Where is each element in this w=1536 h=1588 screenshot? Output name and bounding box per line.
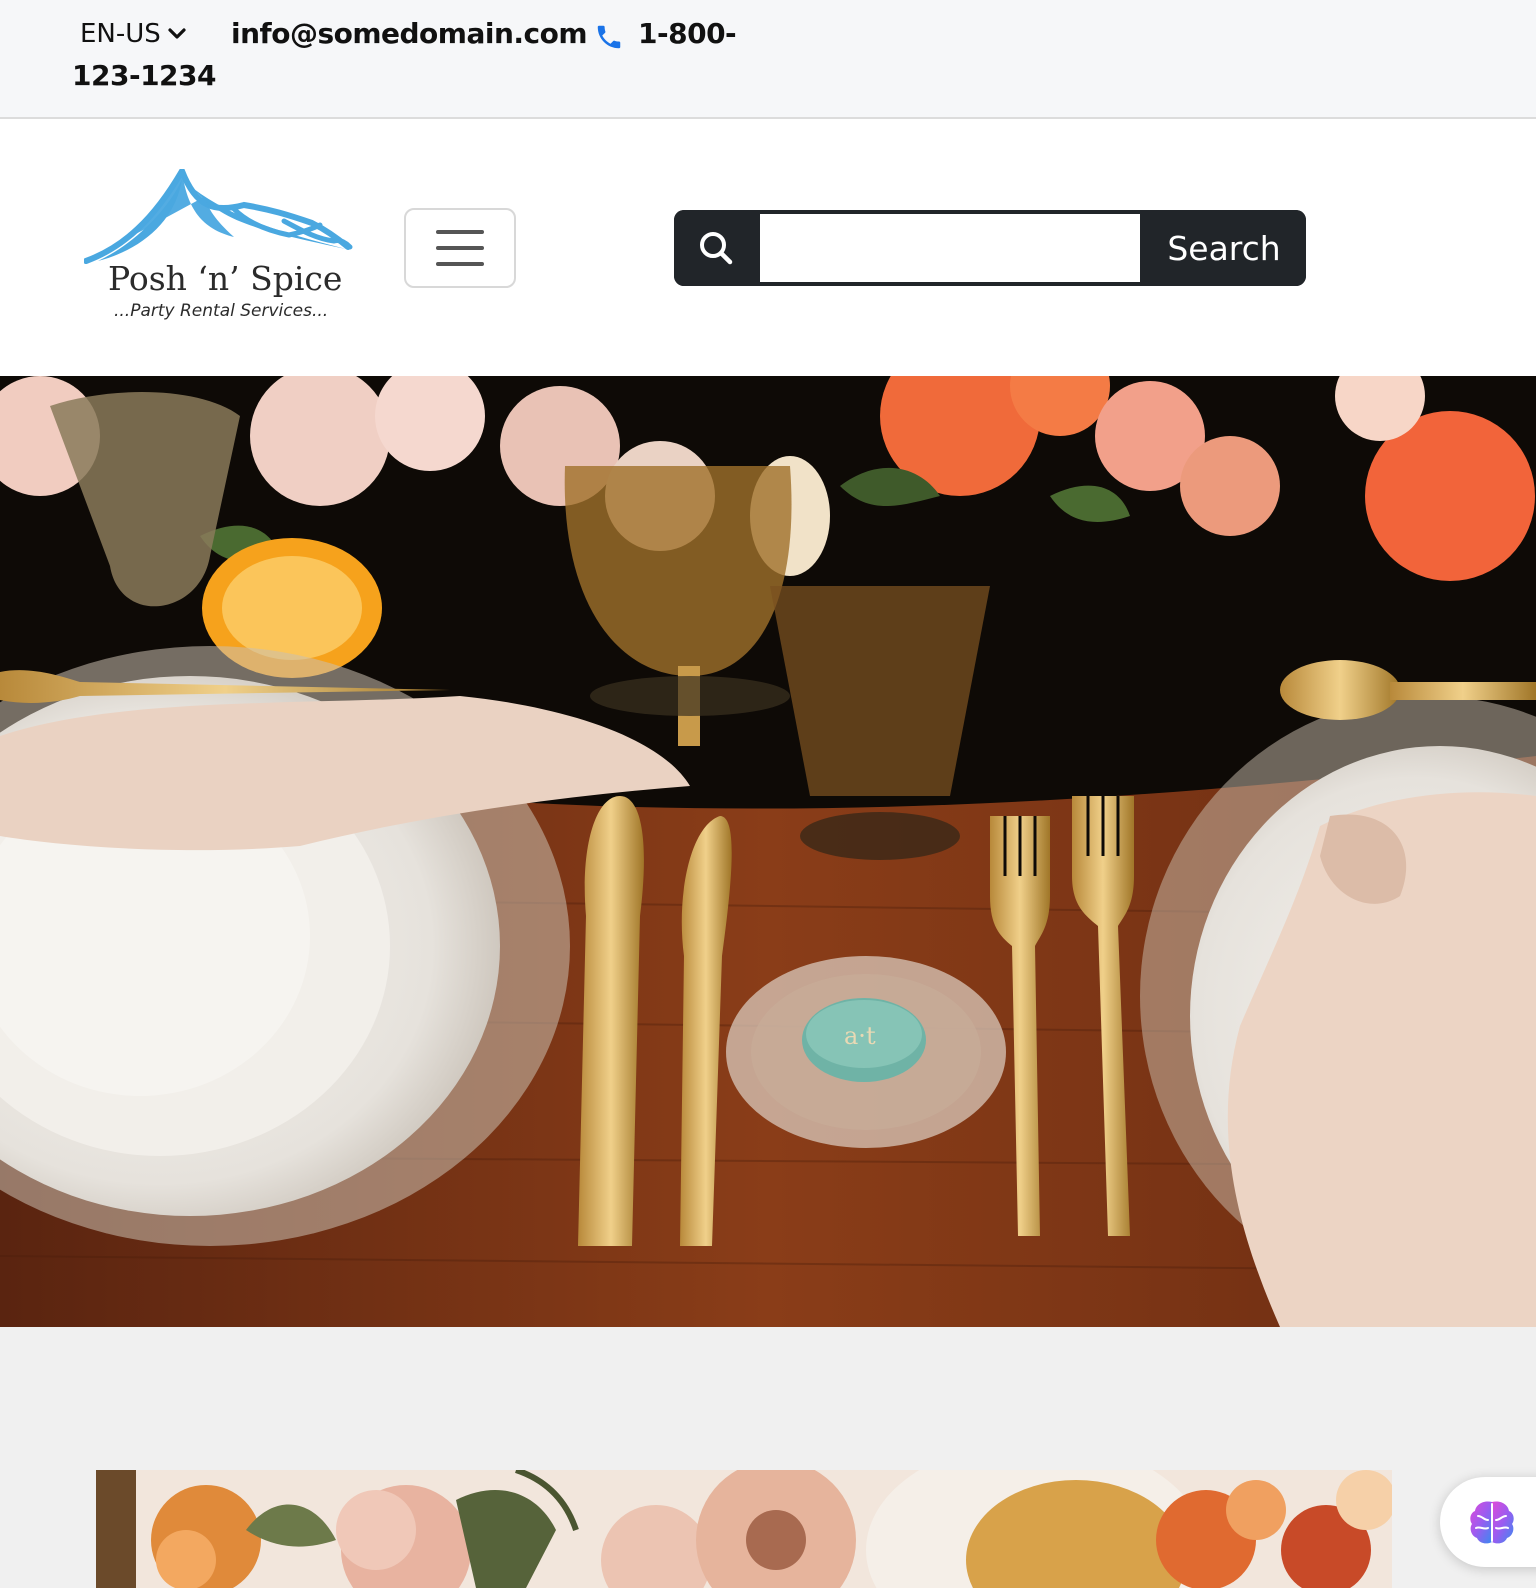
email-link[interactable]: info@somedomain.com (231, 17, 588, 50)
language-selector[interactable]: EN-US (80, 19, 187, 49)
language-label: EN-US (80, 19, 161, 49)
search-icon (700, 232, 733, 265)
search-input[interactable] (758, 212, 1142, 284)
hamburger-menu-icon (436, 262, 484, 266)
table-setting-image: a·t (0, 376, 1536, 1327)
search-bar: Search (674, 210, 1306, 286)
logo-wordmark: Posh ‘n’ Spice (108, 259, 343, 298)
chevron-down-icon (168, 28, 186, 39)
tent-logo-icon (84, 169, 353, 264)
site-logo[interactable]: Posh ‘n’ Spice ...Party Rental Services.… (84, 169, 354, 329)
phone-icon (597, 25, 621, 49)
brain-icon (1470, 1501, 1514, 1544)
phone-link-continued[interactable]: 123-1234 (72, 59, 217, 92)
hamburger-menu-icon (436, 230, 484, 234)
search-button[interactable]: Search (1142, 210, 1306, 286)
hamburger-menu-button[interactable] (404, 208, 516, 288)
featured-image (96, 1470, 1392, 1588)
phone-link[interactable]: 1-800- (638, 17, 737, 50)
logo-tagline: ...Party Rental Services... (114, 301, 329, 321)
floral-table-image (96, 1470, 1392, 1588)
hamburger-menu-icon (436, 246, 484, 250)
svg-text:a·t: a·t (844, 1022, 876, 1050)
search-icon-box (674, 210, 758, 286)
assistant-widget-button[interactable] (1440, 1477, 1536, 1567)
top-contact-bar: EN-US info@somedomain.com 1-800- 123-123… (0, 0, 1536, 119)
hero-image: a·t (0, 376, 1536, 1327)
site-header: Posh ‘n’ Spice ...Party Rental Services.… (0, 119, 1536, 376)
content-section (0, 1327, 1536, 1588)
